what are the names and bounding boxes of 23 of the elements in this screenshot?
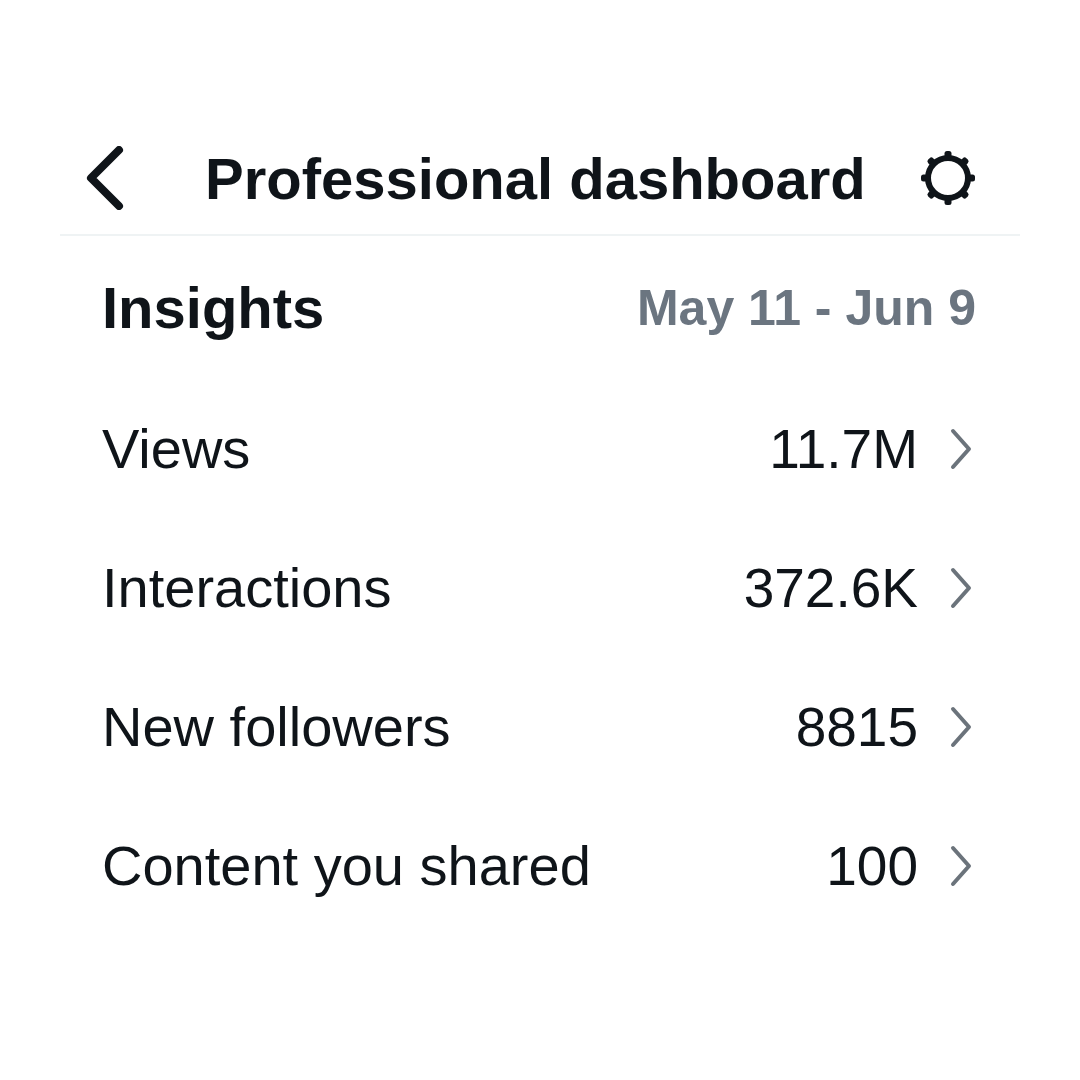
metric-value: 372.6K [743,555,918,620]
metric-value: 8815 [795,694,918,759]
chevron-right-icon [950,705,972,748]
date-range: May 11 - Jun 9 [636,278,976,337]
chevron-right-icon [950,566,972,609]
metric-label: Views [102,416,251,481]
metric-label: Interactions [102,555,392,620]
metric-row[interactable]: Content you shared 100 [0,796,1080,935]
back-chevron-icon [85,146,125,210]
metric-row[interactable]: New followers 8815 [0,657,1080,796]
settings-icon [920,150,976,206]
settings-button[interactable] [920,150,976,206]
chevron-right-icon [950,844,972,887]
page-title: Professional dashboard [205,144,866,212]
section-heading: Insights [102,274,325,341]
metric-label: Content you shared [102,833,591,898]
chevron-right-icon [950,427,972,470]
back-button[interactable] [85,146,125,210]
metric-row[interactable]: Views 11.7M [0,379,1080,518]
metric-value: 100 [826,833,918,898]
metric-label: New followers [102,694,451,759]
metric-row[interactable]: Interactions 372.6K [0,518,1080,657]
metric-value: 11.7M [769,416,918,481]
